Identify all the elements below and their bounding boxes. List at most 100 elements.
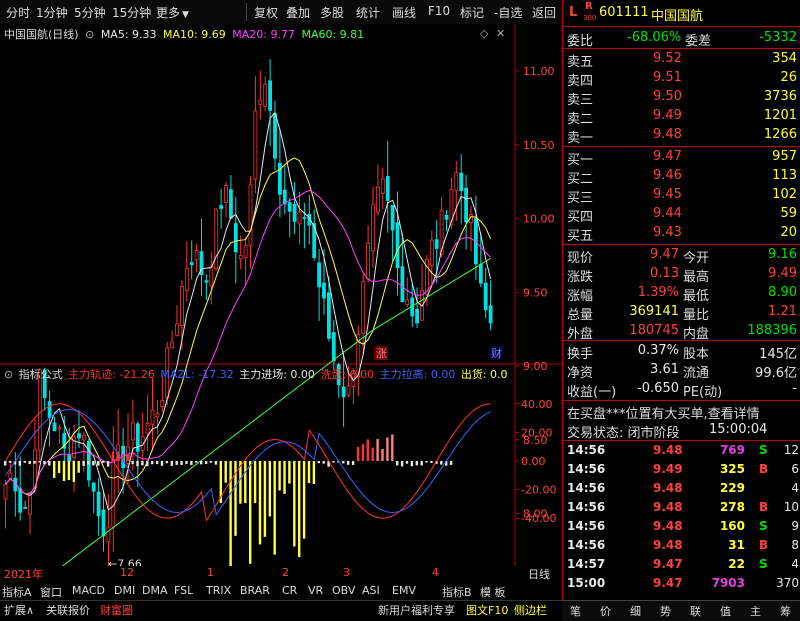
candle-body: [400, 266, 405, 303]
candle-body: [243, 245, 248, 259]
toolbar-more-label: 更多: [156, 6, 181, 20]
indicator-bar: [430, 461, 433, 463]
candle-body: [287, 202, 292, 212]
candle-body: [434, 239, 439, 249]
r-mark: R: [585, 1, 593, 12]
indicator-tick-label: -40.00: [521, 512, 556, 525]
toolbar-diejia[interactable]: 叠加: [286, 4, 310, 21]
related-quote-tab[interactable]: 关联报价: [46, 602, 90, 618]
price-tick-label: 10.00: [523, 213, 555, 226]
tick-price: 9.48: [653, 500, 683, 514]
toolbar-fuquan[interactable]: 复权: [254, 4, 278, 21]
buy-volume: 957: [772, 149, 797, 164]
side-button-7[interactable]: 筹: [780, 603, 791, 619]
wealth-circle-tab[interactable]: 财富圈: [100, 602, 133, 618]
toolbar-15min[interactable]: 15分钟: [112, 4, 151, 21]
toolbar-huaxian[interactable]: 画线: [392, 4, 416, 21]
expand-icon[interactable]: ⊙: [4, 368, 13, 381]
toolbar-zixuan[interactable]: -自选: [494, 4, 522, 21]
expand-icon[interactable]: ⊙: [85, 28, 94, 41]
toolbar-5min[interactable]: 5分钟: [74, 4, 106, 21]
indicator-bar: [126, 453, 129, 461]
candle-body: [395, 222, 400, 269]
candle-body: [170, 341, 175, 349]
indicator-tab-7[interactable]: BRAR: [240, 584, 270, 597]
side-button-0[interactable]: 笔: [570, 603, 581, 619]
tick-row: 14:56 9.48 31 B 8: [563, 537, 800, 556]
side-button-3[interactable]: 势: [660, 603, 671, 619]
indicator-tab-2[interactable]: MACD: [72, 584, 105, 597]
indicator-bar: [131, 461, 134, 465]
indicator-tab-8[interactable]: CR: [282, 584, 297, 597]
candle-body: [52, 422, 57, 432]
indicator-tab-9[interactable]: VR: [308, 584, 323, 597]
quote-value-2: 8.90: [768, 285, 797, 300]
indicator-bar: [170, 461, 173, 466]
candle-body: [273, 113, 277, 159]
side-button-1[interactable]: 价: [600, 603, 611, 619]
big-order-notice[interactable]: 在买盘***位置有大买单,查看详情: [563, 402, 800, 422]
sidebar-tab[interactable]: 侧边栏: [514, 602, 547, 618]
close-icon[interactable]: ✕: [496, 27, 505, 40]
indicator-bar: [18, 461, 22, 466]
indicator-tab-12[interactable]: EMV: [392, 584, 416, 597]
indicator-tab-3[interactable]: DMI: [114, 584, 135, 597]
indicator-tab-14[interactable]: 模 板: [480, 584, 506, 600]
tick-price: 9.47: [653, 557, 683, 571]
sell-volume: 354: [772, 51, 797, 66]
expand-tab[interactable]: 扩展∧: [4, 602, 34, 618]
indicator-tab-13[interactable]: 指标B: [442, 584, 472, 600]
diamond-icon[interactable]: ◇: [480, 27, 488, 40]
indicator-bar: [376, 438, 379, 461]
indicator-bar: [38, 461, 41, 463]
indicator-bar: [87, 461, 90, 465]
indicator-tab-1[interactable]: 窗口: [40, 584, 62, 600]
tick-row: 14:56 9.48 160 S 9: [563, 518, 800, 537]
tick-volume: 31: [728, 538, 745, 552]
tick-side: B: [759, 500, 769, 514]
indicator-bar: [43, 461, 46, 465]
indicator-tab-0[interactable]: 指标A: [2, 584, 32, 600]
candle-body: [82, 434, 86, 441]
f10-graphic-tab[interactable]: 图文F10: [466, 602, 508, 618]
toolbar-1min[interactable]: 1分钟: [36, 4, 68, 21]
side-button-5[interactable]: 值: [720, 603, 731, 619]
toolbar-more[interactable]: 更多 ▼: [156, 4, 189, 21]
indicator-zhuli-jinchang: 主力进场: 0.00: [239, 368, 315, 381]
indicator-bar: [361, 444, 365, 461]
indicator-bar: [72, 461, 75, 482]
indicator-bar: [283, 461, 286, 494]
side-button-2[interactable]: 细: [630, 603, 641, 619]
kline-chart[interactable]: 11.0010.5010.009.509.008.508.007.5040.00…: [0, 24, 562, 566]
indicator-tab-6[interactable]: TRIX: [206, 584, 231, 597]
date-label: 3: [343, 566, 350, 579]
toolbar-back[interactable]: 返回: [532, 4, 556, 21]
side-button-6[interactable]: 主: [750, 603, 761, 619]
toolbar-tongji[interactable]: 统计: [356, 4, 380, 21]
indicator-tab-4[interactable]: DMA: [142, 584, 168, 597]
toolbar-biaoji[interactable]: 标记: [460, 4, 484, 21]
buy-price: 9.46: [653, 168, 682, 183]
side-button-4[interactable]: 联: [690, 603, 701, 619]
toolbar-fenshi[interactable]: 分时: [6, 4, 30, 21]
date-axis-label[interactable]: 日线: [528, 566, 550, 582]
stock-code: 601111: [599, 5, 649, 20]
indicator-tab-11[interactable]: ASI: [362, 584, 380, 597]
candle-body: [160, 399, 165, 407]
quote-label-2: 内盘: [683, 327, 710, 342]
indicator-tab-10[interactable]: OBV: [332, 584, 355, 597]
sell-order-row: 卖二 9.49 1201: [563, 107, 800, 127]
indicator-tick-label: 0.00: [521, 455, 546, 468]
toolbar-duogu[interactable]: 多股: [320, 4, 344, 21]
new-user-benefit[interactable]: 新用户福利专享: [378, 602, 455, 618]
candle-body: [258, 99, 263, 105]
tick-price: 9.48: [653, 481, 683, 495]
chart-toolbar: 分时 1分钟 5分钟 15分钟 更多 ▼ 复权 叠加 多股 统计 画线 F10 标…: [0, 0, 562, 25]
indicator-tab-5[interactable]: FSL: [174, 584, 193, 597]
toolbar-f10[interactable]: F10: [428, 4, 450, 18]
tick-count: 370: [776, 576, 799, 590]
candle-body: [459, 172, 464, 192]
indicator-bar: [67, 461, 71, 481]
indicator-bar: [175, 461, 178, 465]
candle-body: [67, 455, 72, 462]
